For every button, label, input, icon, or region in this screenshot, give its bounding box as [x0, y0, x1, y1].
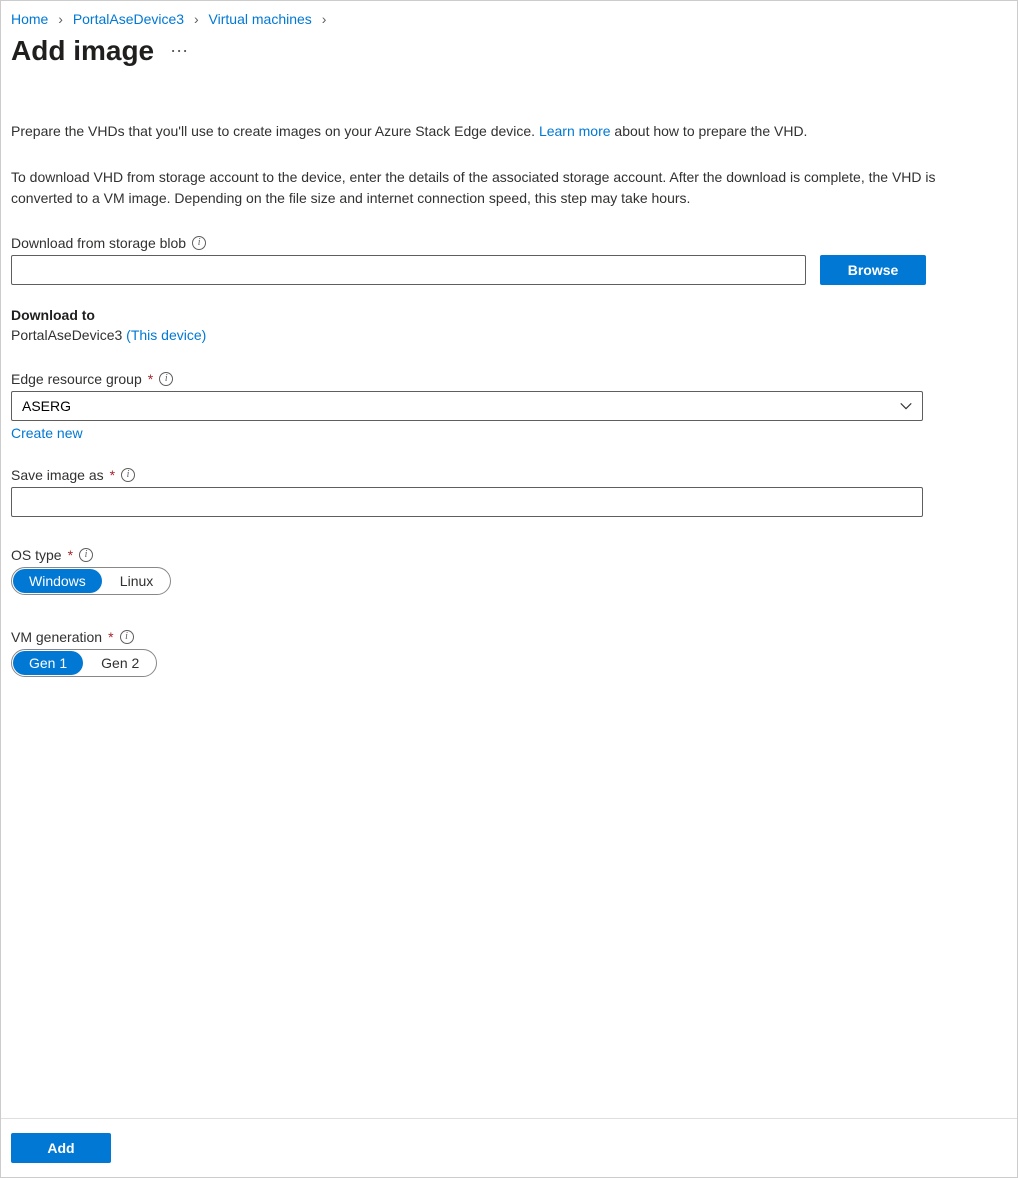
browse-button[interactable]: Browse [820, 255, 926, 285]
chevron-right-icon: › [322, 11, 327, 27]
os-type-toggle: Windows Linux [11, 567, 171, 595]
os-type-linux[interactable]: Linux [104, 569, 169, 593]
required-star: * [68, 547, 73, 563]
description-intro-post: about how to prepare the VHD. [611, 123, 808, 139]
vm-gen-label-text: VM generation [11, 629, 102, 645]
save-as-label-text: Save image as [11, 467, 104, 483]
info-icon[interactable]: i [159, 372, 173, 386]
create-new-link[interactable]: Create new [11, 425, 83, 441]
blob-label: Download from storage blob i [11, 235, 1007, 251]
required-star: * [110, 467, 115, 483]
description-intro-pre: Prepare the VHDs that you'll use to crea… [11, 123, 539, 139]
page-title: Add image [11, 35, 154, 67]
blob-input[interactable] [11, 255, 806, 285]
footer: Add [1, 1118, 1017, 1177]
download-to-heading: Download to [11, 307, 1007, 323]
info-icon[interactable]: i [192, 236, 206, 250]
blob-label-text: Download from storage blob [11, 235, 186, 251]
save-as-label: Save image as * i [11, 467, 1007, 483]
more-icon[interactable]: ⋯ [170, 42, 189, 60]
description-details: To download VHD from storage account to … [11, 167, 971, 209]
required-star: * [108, 629, 113, 645]
breadcrumb-vms[interactable]: Virtual machines [209, 11, 312, 27]
download-to-device: PortalAseDevice3 [11, 327, 122, 343]
resource-group-select[interactable] [11, 391, 923, 421]
chevron-right-icon: › [58, 11, 63, 27]
vm-gen-1[interactable]: Gen 1 [13, 651, 83, 675]
add-button[interactable]: Add [11, 1133, 111, 1163]
info-icon[interactable]: i [120, 630, 134, 644]
description-intro: Prepare the VHDs that you'll use to crea… [11, 121, 1007, 141]
breadcrumb-device[interactable]: PortalAseDevice3 [73, 11, 184, 27]
info-icon[interactable]: i [79, 548, 93, 562]
breadcrumb: Home › PortalAseDevice3 › Virtual machin… [11, 11, 1007, 27]
info-icon[interactable]: i [121, 468, 135, 482]
resource-group-label-text: Edge resource group [11, 371, 142, 387]
vm-gen-label: VM generation * i [11, 629, 1007, 645]
os-type-label: OS type * i [11, 547, 1007, 563]
vm-gen-2[interactable]: Gen 2 [85, 651, 155, 675]
breadcrumb-home[interactable]: Home [11, 11, 48, 27]
required-star: * [148, 371, 153, 387]
vm-gen-toggle: Gen 1 Gen 2 [11, 649, 157, 677]
os-type-label-text: OS type [11, 547, 62, 563]
os-type-windows[interactable]: Windows [13, 569, 102, 593]
save-as-input[interactable] [11, 487, 923, 517]
resource-group-label: Edge resource group * i [11, 371, 1007, 387]
chevron-right-icon: › [194, 11, 199, 27]
learn-more-link[interactable]: Learn more [539, 123, 611, 139]
download-to-suffix: (This device) [122, 327, 206, 343]
download-to-value: PortalAseDevice3 (This device) [11, 327, 1007, 343]
